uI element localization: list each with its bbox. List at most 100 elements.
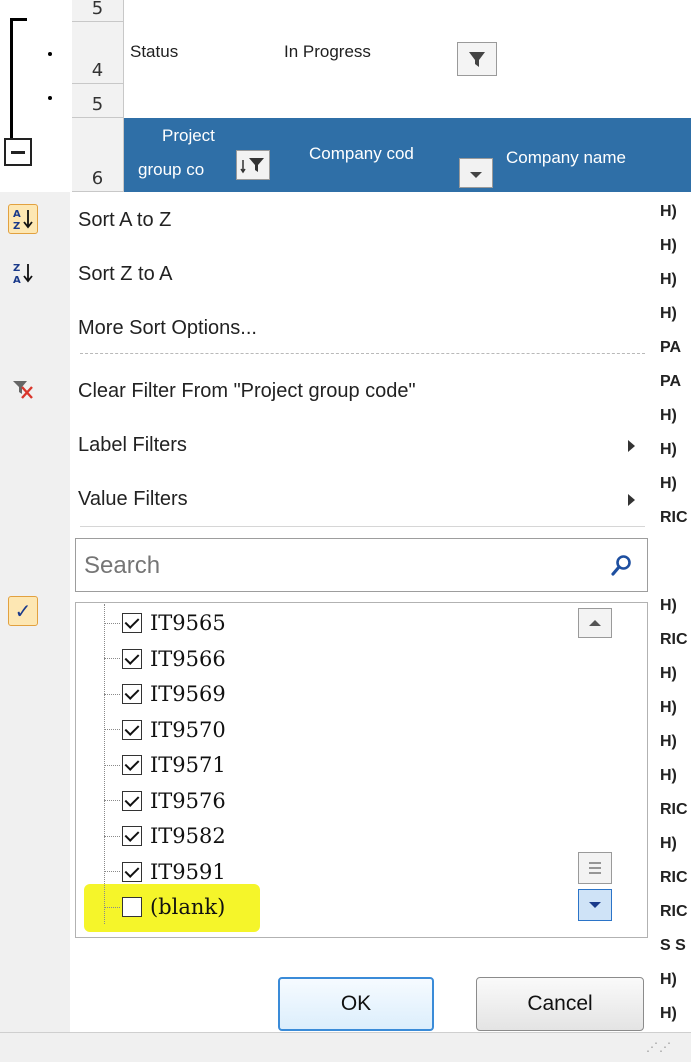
tree-connector [104,906,120,908]
tree-connector [104,871,120,872]
scroll-thumb[interactable] [578,852,612,884]
chevron-up-icon [589,620,601,626]
cell-fragment: H) [660,971,677,988]
value-filters[interactable]: Value Filters [78,488,188,511]
search-box [75,538,648,592]
resize-grip-icon[interactable]: ⋰⋰ [646,1040,672,1054]
item-checkbox[interactable] [122,719,142,740]
more-sort-options[interactable]: More Sort Options... [78,317,257,340]
row-header[interactable]: 5 [72,0,124,22]
sort-z-to-a[interactable]: Sort Z to A [78,263,172,286]
outline-dot [48,96,52,100]
outline-collapse-button[interactable] [4,138,32,166]
filter-active-icon [240,158,264,174]
clear-filter-icon [8,374,38,404]
sort-a-to-z[interactable]: Sort A to Z [78,209,171,232]
list-item[interactable]: IT9571 [104,748,226,782]
item-label: IT9571 [150,753,226,777]
submenu-arrow-icon [628,494,635,506]
svg-text:A: A [13,275,21,286]
list-item[interactable]: IT9576 [104,784,226,818]
tree-connector [104,764,120,766]
scroll-up-button[interactable] [578,608,612,638]
cell-fragment: S S [660,937,686,954]
cell-fragment: PA [660,373,682,390]
ok-button[interactable]: OK [278,977,434,1031]
status-label[interactable]: Status [130,42,178,62]
list-item[interactable]: IT9565 [104,606,226,640]
cell-fragment: H) [660,597,677,614]
cell-fragment: H) [660,835,677,852]
row-header[interactable]: 4 [72,22,124,84]
cell-fragment: H) [660,271,677,288]
search-input[interactable] [82,547,586,585]
tree-connector [104,729,120,730]
item-checkbox[interactable] [122,755,142,775]
item-checkbox[interactable] [122,684,142,704]
chevron-down-icon [589,902,601,908]
item-label: IT9569 [150,682,226,706]
header-project-group-line1: Project [162,126,215,145]
clear-filter[interactable]: Clear Filter From "Project group code" [78,380,416,403]
svg-text:Z: Z [13,221,20,232]
tree-connector [104,658,120,659]
list-item[interactable]: IT9569 [104,677,226,711]
item-checkbox[interactable] [122,897,142,917]
header-project-group-line2: group co [138,160,205,179]
item-checkbox[interactable] [122,790,142,811]
item-label: IT9566 [150,646,226,671]
company-code-filter-button[interactable] [459,158,493,188]
tree-connector [104,835,120,837]
label-filters[interactable]: Label Filters [78,434,187,457]
status-filter-button[interactable] [457,42,497,76]
resize-bar [0,1032,691,1062]
list-item[interactable]: IT9566 [104,642,226,676]
item-label: IT9576 [150,788,226,813]
row-header[interactable]: 5 [72,84,124,118]
cancel-button[interactable]: Cancel [476,977,644,1031]
cell-fragment: RIC [660,903,688,920]
submenu-arrow-icon [628,440,635,452]
svg-text:Z: Z [13,263,20,274]
cell-fragment: H) [660,767,677,784]
cell-fragment: H) [660,665,677,682]
row-header[interactable]: 6 [72,118,124,192]
check-icon: ✓ [8,596,38,626]
header-company-code: Company cod [309,144,414,163]
cell-fragment: PA [660,339,682,356]
item-label: IT9582 [150,824,226,848]
header-company-name: Company name [506,148,627,167]
cell-fragment: H) [660,305,677,322]
cell-fragment: H) [660,699,677,716]
cell-fragment: RIC [660,509,688,526]
menu-separator [80,526,645,527]
sort-az-icon[interactable]: A Z [8,204,38,234]
cell-fragment: H) [660,475,677,492]
list-item[interactable]: IT9570 [104,713,226,747]
project-group-filter-button[interactable] [236,150,270,180]
list-item[interactable]: IT9582 [104,819,226,853]
item-label: IT9565 [150,611,226,635]
cell-fragment: H) [660,237,677,254]
item-checkbox[interactable] [122,648,142,669]
list-item[interactable]: IT9591 [104,855,226,889]
cell-fragment: H) [660,203,677,220]
cell-fragment: H) [660,1005,677,1022]
cell-fragment: RIC [660,869,688,886]
cell-fragment: RIC [660,631,688,648]
item-label: IT9591 [150,859,226,884]
filter-icon [469,52,485,67]
item-checkbox[interactable] [122,861,142,882]
scroll-down-button[interactable] [578,889,612,921]
tree-connector [104,800,120,801]
item-checkbox[interactable] [122,826,142,846]
search-icon[interactable] [611,554,633,576]
sheet-row [124,0,502,23]
item-label: (blank) [150,895,226,919]
status-value[interactable]: In Progress [284,42,371,62]
item-checkbox[interactable] [122,613,142,633]
sort-za-icon[interactable]: Z A [8,258,38,288]
cell-fragment: H) [660,441,677,458]
list-item[interactable]: (blank) [104,890,225,924]
cell-fragment: H) [660,733,677,750]
